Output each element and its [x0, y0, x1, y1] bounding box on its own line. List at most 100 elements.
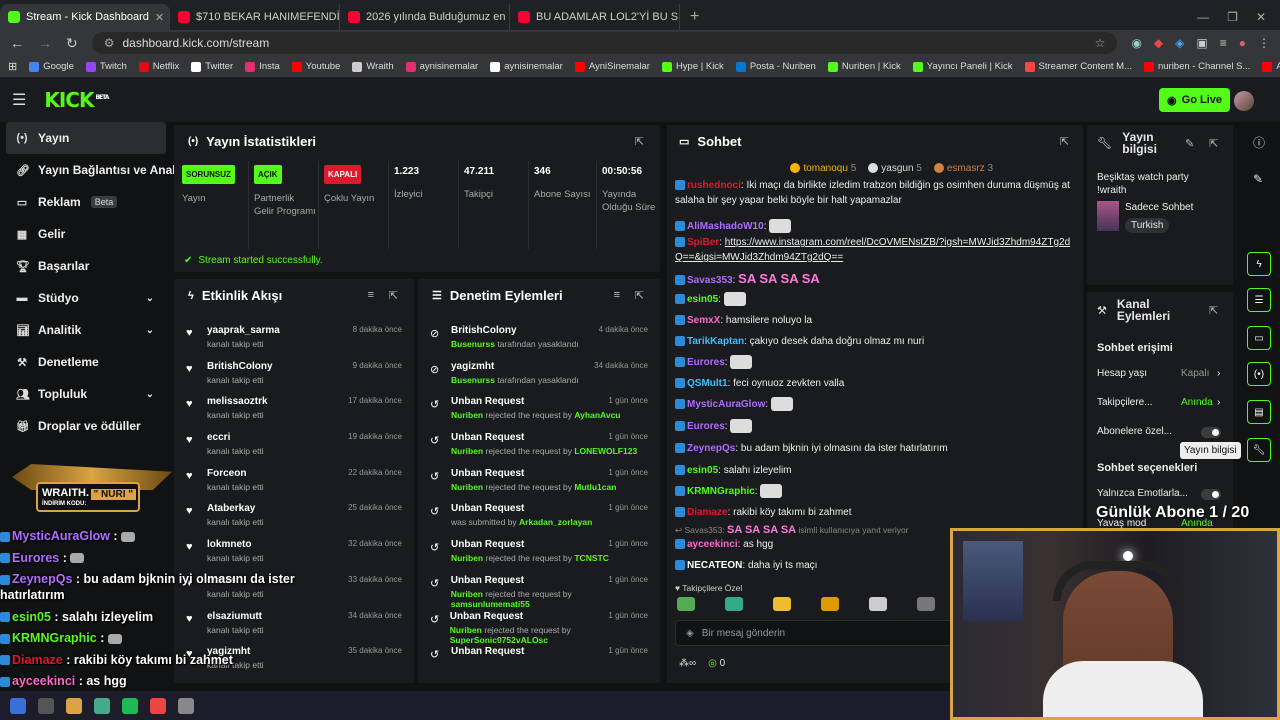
avatar[interactable] — [1234, 91, 1254, 111]
bookmark-item[interactable]: Nuriben | Kick — [827, 61, 901, 72]
list-item[interactable]: ↺ Unban Request Nuriben rejected the reque… — [418, 460, 660, 496]
list-item[interactable]: ♥ eccri kanalı takip etti 19 dakika önce — [174, 424, 414, 460]
bookmark-item[interactable]: Aynı Sinema - Ça... — [1262, 61, 1280, 72]
chat-message[interactable]: Savas353: SA SA SA SA — [675, 271, 1073, 288]
browser-tab[interactable]: $710 BEKAR HANIMEFENDİNİN✕ — [170, 4, 340, 30]
spotify-icon[interactable] — [122, 697, 138, 714]
chat-message[interactable]: SemxX: hamsilere noluyo la — [675, 313, 1073, 328]
chat-message[interactable]: ZeynepQs: bu adam bjknin iyi olmasını da… — [675, 441, 1073, 456]
emote-icon[interactable] — [773, 597, 791, 611]
app-icon[interactable] — [38, 697, 54, 714]
popout-icon[interactable]: ⇱ — [635, 289, 644, 302]
top-gifter[interactable]: yasgun 5 — [868, 163, 922, 174]
popout-icon[interactable]: ⇱ — [1209, 304, 1218, 317]
chat-message[interactable]: esin05: — [675, 292, 1073, 307]
top-gifter[interactable]: esmasrz 3 — [933, 163, 993, 174]
back-icon[interactable]: ← — [10, 35, 24, 51]
chevron-right-icon[interactable]: › — [1217, 397, 1220, 408]
sidebar-item[interactable]: 📊︎ Analitik ⌄ — [0, 314, 172, 346]
sidebar-item[interactable]: (•) Yayın — [6, 122, 166, 154]
extensions-puzzle-icon[interactable]: ▣ — [1196, 36, 1207, 50]
chat-message[interactable]: QSMult1: feci oynuoz zevkten valla — [675, 376, 1073, 391]
chat-message[interactable]: TarikKaptan: çakıyo desek daha doğru olm… — [675, 334, 1073, 349]
wrench-icon[interactable]: 🔧︎ — [1247, 438, 1271, 462]
sidebar-item[interactable]: ▦ Gelir — [0, 218, 172, 250]
chat-message[interactable]: Eurores: — [675, 355, 1073, 370]
url-field[interactable]: ⚙ dashboard.kick.com/stream ☆ — [91, 32, 1118, 54]
chat-message[interactable]: rushednoci: Iki maçı da birlikte izledim… — [675, 178, 1073, 208]
chat-message[interactable]: SpiBer: https://www.instagram.com/reel/D… — [675, 235, 1073, 265]
lightning-icon[interactable]: ϟ — [1247, 252, 1271, 276]
browser-tab[interactable]: BU ADAMLAR LOL2'Yİ BU SEFER✕ — [510, 4, 680, 30]
chat-bubble-icon[interactable]: ▭ — [1247, 326, 1271, 350]
menu-icon[interactable]: ⋮ — [1258, 36, 1270, 50]
filter-icon[interactable]: ≡ — [368, 289, 374, 301]
bookmark-item[interactable]: AyniSinemalar — [574, 61, 650, 72]
stats-icon[interactable]: ▤ — [1247, 400, 1271, 424]
bookmark-item[interactable]: Twitter — [191, 61, 233, 72]
maximize-icon[interactable]: ❐ — [1227, 10, 1238, 24]
app-icon[interactable] — [94, 697, 110, 714]
list-icon[interactable]: ☰ — [1247, 288, 1271, 312]
sidebar-item[interactable]: 🎁︎ Droplar ve ödüller — [0, 410, 172, 442]
list-item[interactable]: ♥ melissaoztrk kanalı takip etti 17 dakika … — [174, 388, 414, 424]
list-item[interactable]: ↺ Unban Request Nuriben rejected the reque… — [418, 567, 660, 609]
hamburger-menu-icon[interactable]: ☰ — [12, 90, 26, 110]
list-item[interactable]: ♥ yaaprak_sarma kanalı takip etti 8 dakika … — [174, 317, 414, 353]
list-item[interactable]: ↺ Unban Request Nuriben rejected the reque… — [418, 388, 660, 424]
bookmark-item[interactable]: Google — [29, 61, 74, 72]
chat-message[interactable]: KRMNGraphic: — [675, 484, 1073, 499]
app-icon[interactable] — [150, 697, 166, 714]
sidebar-item[interactable]: ▬ Stüdyo ⌄ — [0, 282, 172, 314]
browser-tab[interactable]: Stream - Kick Dashboard ✕ — [0, 4, 170, 30]
close-tab-icon[interactable]: ✕ — [155, 11, 164, 24]
minimize-icon[interactable]: — — [1197, 10, 1209, 24]
toggle-switch[interactable] — [1201, 489, 1221, 500]
list-item[interactable]: ⊘ BritishColony Busenurss tarafından yasak… — [418, 317, 660, 353]
chat-message[interactable]: AliMashadoW10: — [675, 219, 1073, 234]
new-tab-button[interactable]: + — [680, 4, 709, 30]
list-item[interactable]: ↺ Unban Request Nuriben rejected the reque… — [418, 424, 660, 460]
extension-icon[interactable]: ◆ — [1154, 36, 1163, 50]
kicks-counter[interactable]: ◎ 0 — [708, 658, 725, 669]
bookmark-item[interactable]: Posta - Nuriben — [735, 61, 816, 72]
top-gifter[interactable]: tomanoqu 5 — [790, 163, 856, 174]
chat-message[interactable]: Diamaze: rakibi köy takımı bi zahmet — [675, 505, 1073, 520]
sidebar-item[interactable]: 🔗︎ Yayın Bağlantısı ve Anahtar — [0, 154, 195, 186]
sidebar-item[interactable]: 👥︎ Topluluk ⌄ — [0, 378, 172, 410]
bookmark-item[interactable]: aynisinemalar — [405, 61, 478, 72]
apps-grid-icon[interactable]: ⊞ — [8, 60, 17, 73]
bookmark-item[interactable]: Wraith — [352, 61, 394, 72]
bookmark-item[interactable]: Youtube — [291, 61, 340, 72]
list-item[interactable]: ♥ Ataberkay kanalı takip etti 25 dakika önc… — [174, 495, 414, 531]
emote-icon[interactable] — [677, 597, 695, 611]
setting-value[interactable]: Anında — [1181, 397, 1213, 408]
emote-icon[interactable] — [869, 597, 887, 611]
site-info-icon[interactable]: ⚙ — [104, 36, 115, 50]
bookmark-item[interactable]: Yayıncı Paneli | Kick — [912, 61, 1013, 72]
extension-icon[interactable]: ◉ — [1131, 36, 1141, 50]
bookmark-item[interactable]: Streamer Content M... — [1024, 61, 1132, 72]
bookmark-item[interactable]: Netflix — [138, 61, 179, 72]
chevron-right-icon[interactable]: › — [1217, 368, 1220, 379]
emote-icon[interactable] — [917, 597, 935, 611]
bookmark-item[interactable]: nuriben - Channel S... — [1143, 61, 1250, 72]
close-window-icon[interactable]: ✕ — [1256, 10, 1266, 24]
bookmark-item[interactable]: Twitch — [85, 61, 127, 72]
category-name[interactable]: Sadece Sohbet — [1125, 202, 1193, 213]
popout-icon[interactable]: ⇱ — [635, 135, 644, 148]
list-item[interactable]: ↺ Unban Request was submitted by Arkadan_z… — [418, 495, 660, 531]
bookmark-item[interactable]: Hype | Kick — [661, 61, 724, 72]
filter-icon[interactable]: ≡ — [614, 289, 620, 301]
infinity-icon[interactable]: ⁂∞ — [679, 658, 696, 669]
bookmark-item[interactable]: Insta — [245, 61, 280, 72]
extension-icon[interactable]: ◈ — [1175, 36, 1184, 50]
sidebar-item[interactable]: 🏆︎ Başarılar — [0, 250, 172, 282]
info-icon[interactable]: ⓘ — [1253, 134, 1265, 151]
list-item[interactable]: ♥ Forceon kanalı takip etti 22 dakika önce — [174, 460, 414, 496]
sidebar-item[interactable]: ▭ Reklam Beta — [0, 186, 172, 218]
go-live-button[interactable]: ◉ Go Live — [1159, 88, 1230, 112]
edit-icon[interactable]: ✎ — [1253, 172, 1263, 186]
setting-value[interactable]: Kapalı — [1181, 368, 1209, 379]
list-item[interactable]: ↺ Unban Request Nuriben rejected the reque… — [418, 531, 660, 567]
